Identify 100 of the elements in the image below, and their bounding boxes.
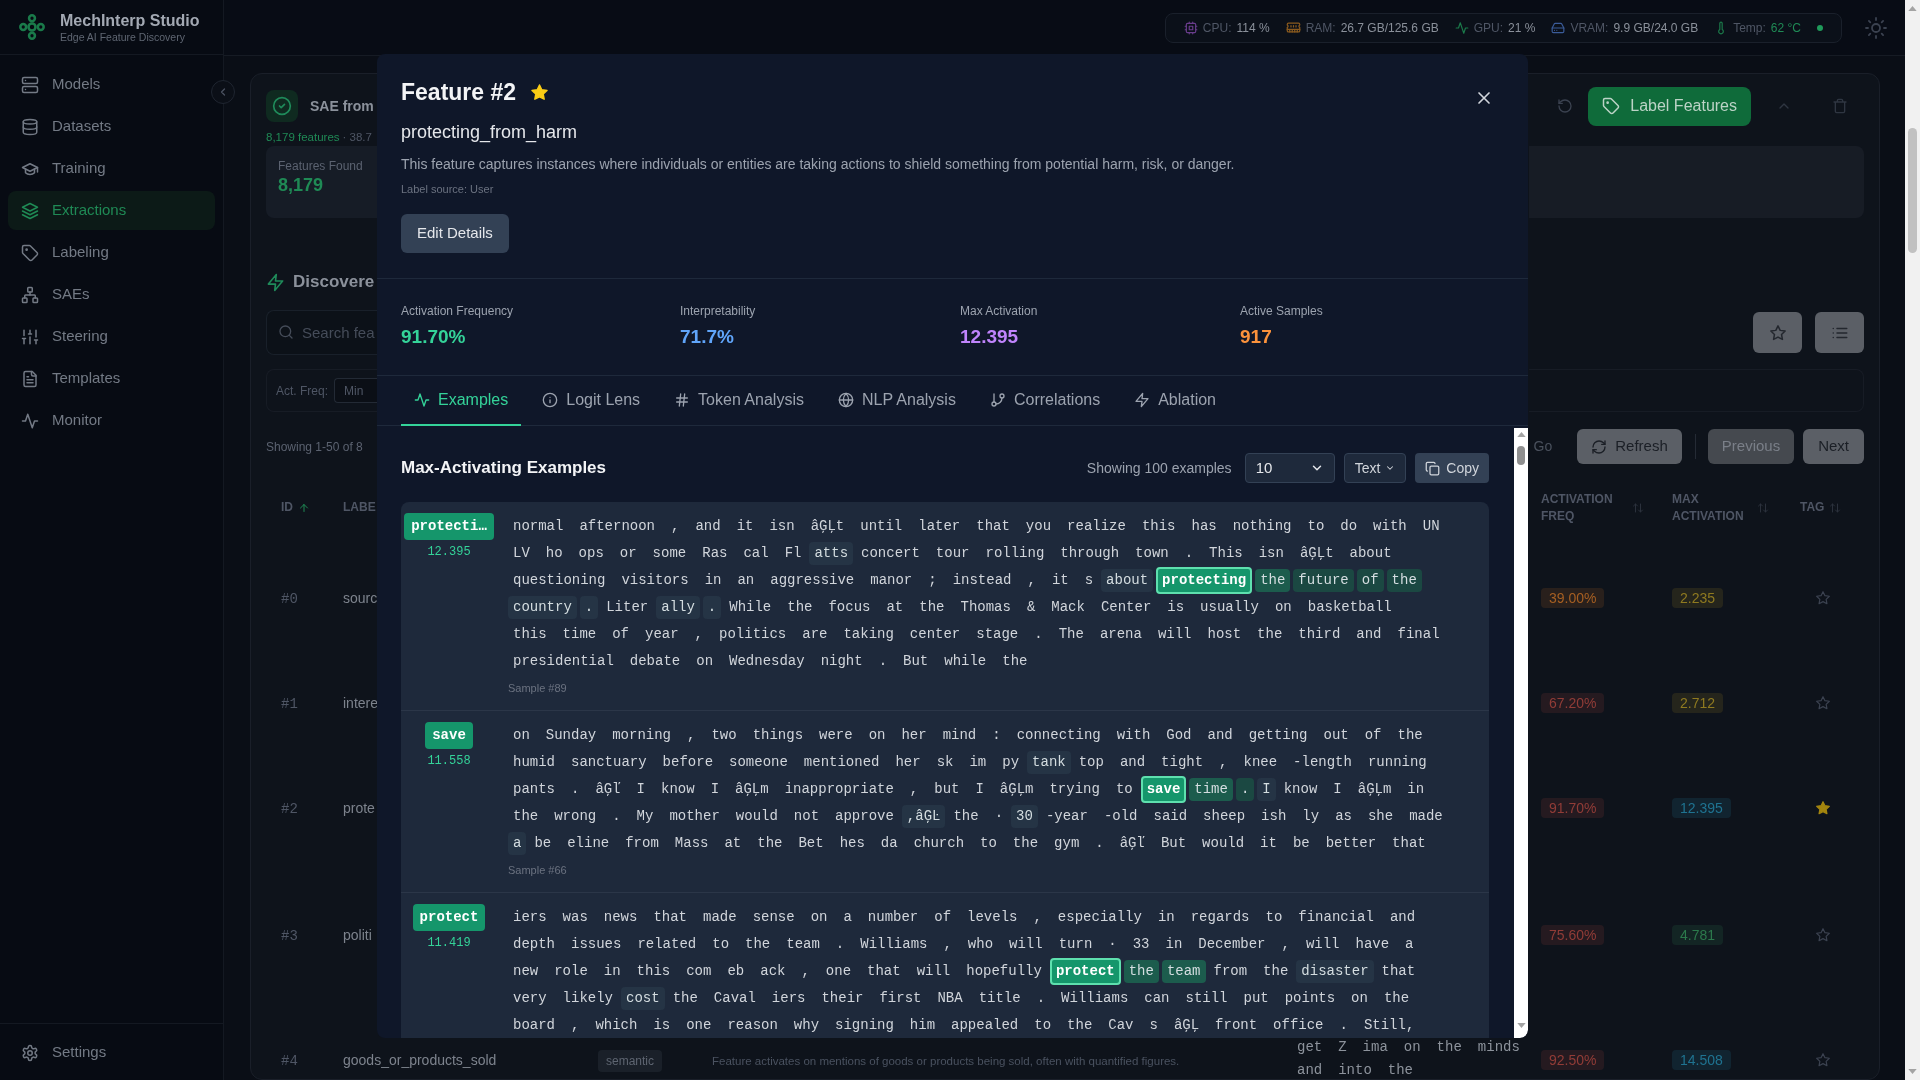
max-activation: 2.712 bbox=[1672, 692, 1724, 713]
app-title: MechInterp Studio bbox=[60, 10, 200, 31]
sort-icon[interactable] bbox=[1632, 501, 1644, 514]
highlighted-token: the bbox=[1386, 569, 1422, 592]
example-text: While the focus at the Thomas & Mack Center is usually on basketball bbox=[728, 598, 1393, 617]
star-icon[interactable] bbox=[1815, 589, 1831, 606]
example-text: new role in this com eb ack , one that will hopefully bbox=[512, 962, 1043, 981]
filter-label: Act. Freq: bbox=[276, 382, 328, 400]
settings-nav-item[interactable]: Settings bbox=[8, 1033, 215, 1072]
sort-icon[interactable] bbox=[1829, 501, 1842, 514]
rotate-icon[interactable] bbox=[1557, 98, 1574, 114]
results-count: Showing 1-50 of 8 bbox=[266, 438, 363, 456]
column-header[interactable]: LABE bbox=[343, 499, 376, 516]
highlighted-token: 30 bbox=[1011, 805, 1038, 828]
molecule-logo-icon bbox=[18, 13, 46, 41]
highlighted-token: disaster bbox=[1296, 960, 1374, 983]
star-icon[interactable] bbox=[1815, 694, 1831, 711]
nav-item[interactable]: Steering bbox=[8, 317, 215, 356]
sun-icon[interactable] bbox=[1864, 15, 1888, 40]
peak-highlighted-token: save bbox=[1140, 776, 1187, 803]
scrollbar[interactable] bbox=[1514, 428, 1528, 1038]
pulse-icon bbox=[1454, 20, 1469, 35]
highlighted-token: cost bbox=[621, 987, 665, 1010]
refresh-button[interactable]: Refresh bbox=[1577, 429, 1682, 464]
activation-value: 12.395 bbox=[427, 545, 471, 559]
nav-item[interactable]: Datasets bbox=[8, 107, 215, 146]
tab[interactable]: Token Analysis bbox=[661, 376, 817, 426]
stat-label: Max Activation bbox=[960, 303, 1038, 319]
copy-button[interactable]: Copy bbox=[1415, 453, 1489, 483]
stat-value: 8,179 bbox=[278, 174, 325, 197]
list-view-button[interactable] bbox=[1815, 312, 1864, 353]
nav-item[interactable]: Models bbox=[8, 65, 215, 104]
search-field[interactable]: Search fea bbox=[266, 310, 377, 355]
activation-frequency: 75.60% bbox=[1541, 924, 1605, 945]
nav-item[interactable]: Labeling bbox=[8, 233, 215, 272]
sort-ascending-icon[interactable] bbox=[298, 501, 310, 514]
trash-icon[interactable] bbox=[1832, 98, 1848, 114]
nav-item[interactable]: Monitor bbox=[8, 401, 215, 440]
peak-token: save bbox=[425, 722, 473, 749]
label-source: Label source: User bbox=[401, 182, 494, 196]
example-text: this time of year , politics are taking center stage . The arena will host the third and final bbox=[512, 625, 1441, 644]
scrollbar-thumb[interactable] bbox=[1517, 446, 1525, 465]
sample-label: Sample #66 bbox=[508, 863, 567, 877]
favorites-button[interactable] bbox=[1753, 312, 1802, 353]
star-icon[interactable] bbox=[1815, 799, 1831, 816]
scroll-up-icon[interactable] bbox=[1516, 432, 1526, 437]
scrollbar-thumb[interactable] bbox=[1908, 128, 1917, 253]
scroll-down-icon[interactable] bbox=[1516, 1023, 1526, 1028]
example-text: be eline from Mass at the Bet hes da church to the gym . âĢľ But would it be better that bbox=[533, 834, 1427, 853]
refresh-icon bbox=[1591, 438, 1608, 455]
feature-description: Feature activates on mentions of goods or products being sold, often with quantified figures. bbox=[712, 1054, 1180, 1067]
highlighted-token: atts bbox=[809, 542, 854, 565]
nav-item[interactable]: Extractions bbox=[8, 191, 215, 230]
example-text: on Sunday morning , two things were on her mind : connecting with God and getting out of the bbox=[512, 726, 1424, 745]
scroll-down-icon[interactable] bbox=[1908, 1069, 1917, 1074]
document-icon bbox=[21, 369, 39, 388]
star-icon[interactable] bbox=[1815, 1051, 1831, 1068]
peak-token: protecti… bbox=[404, 513, 494, 540]
sliders-icon bbox=[21, 327, 39, 346]
nav-item[interactable]: Training bbox=[8, 149, 215, 188]
highlighted-token: country bbox=[508, 596, 577, 619]
feature-id: #3 bbox=[281, 927, 298, 944]
example-text: from the bbox=[1212, 962, 1290, 981]
column-header[interactable]: TAG bbox=[1800, 499, 1825, 516]
page-size-select[interactable]: 10 bbox=[1244, 453, 1335, 483]
view-mode-dropdown[interactable]: Text bbox=[1343, 453, 1407, 483]
overflow-text: and into the bbox=[1297, 1062, 1414, 1079]
column-header[interactable]: ACTIVATION FREQ bbox=[1541, 490, 1627, 525]
star-icon[interactable] bbox=[1815, 926, 1831, 943]
example-text: normal afternoon , and it isn âĢĻt until later that you realize this has nothing to do with UN bbox=[512, 517, 1441, 536]
label-features-button[interactable]: Label Features bbox=[1588, 86, 1751, 126]
star-icon[interactable] bbox=[530, 82, 550, 102]
sort-icon[interactable] bbox=[1757, 501, 1769, 514]
feature-name: protecting_from_harm bbox=[401, 121, 578, 144]
scrollbar[interactable] bbox=[1905, 0, 1920, 1080]
highlighted-token: . bbox=[1235, 778, 1255, 801]
nav-item[interactable]: SAEs bbox=[8, 275, 215, 314]
chip-icon bbox=[1183, 20, 1198, 35]
tab[interactable]: Correlations bbox=[976, 376, 1114, 426]
panel-title: Max-Activating Examples bbox=[401, 457, 606, 480]
feature-label: sourc bbox=[343, 589, 378, 606]
status-label: RAM: bbox=[1305, 19, 1336, 37]
memory-icon bbox=[1285, 20, 1301, 35]
tab[interactable]: Examples bbox=[401, 376, 522, 426]
next-button[interactable]: Next bbox=[1803, 429, 1864, 464]
edit-details-button[interactable]: Edit Details bbox=[401, 214, 509, 253]
scroll-up-icon[interactable] bbox=[1908, 6, 1917, 11]
activation-frequency: 67.20% bbox=[1541, 692, 1605, 713]
column-header[interactable]: MAX ACTIVATION bbox=[1672, 490, 1752, 525]
collapse-sidebar-button[interactable] bbox=[211, 80, 235, 104]
status-label: VRAM: bbox=[1570, 19, 1609, 37]
example-text: questioning visitors in an aggressive manor ; instead , it s bbox=[512, 571, 1095, 590]
tab[interactable]: NLP Analysis bbox=[824, 376, 969, 426]
tab[interactable]: Ablation bbox=[1121, 376, 1229, 426]
hierarchy-icon bbox=[21, 285, 39, 304]
nav-item[interactable]: Templates bbox=[8, 359, 215, 398]
column-header[interactable]: ID bbox=[281, 499, 293, 516]
min-field[interactable]: Min bbox=[334, 378, 378, 403]
hash-icon bbox=[674, 392, 691, 408]
tab[interactable]: Logit Lens bbox=[529, 376, 654, 426]
